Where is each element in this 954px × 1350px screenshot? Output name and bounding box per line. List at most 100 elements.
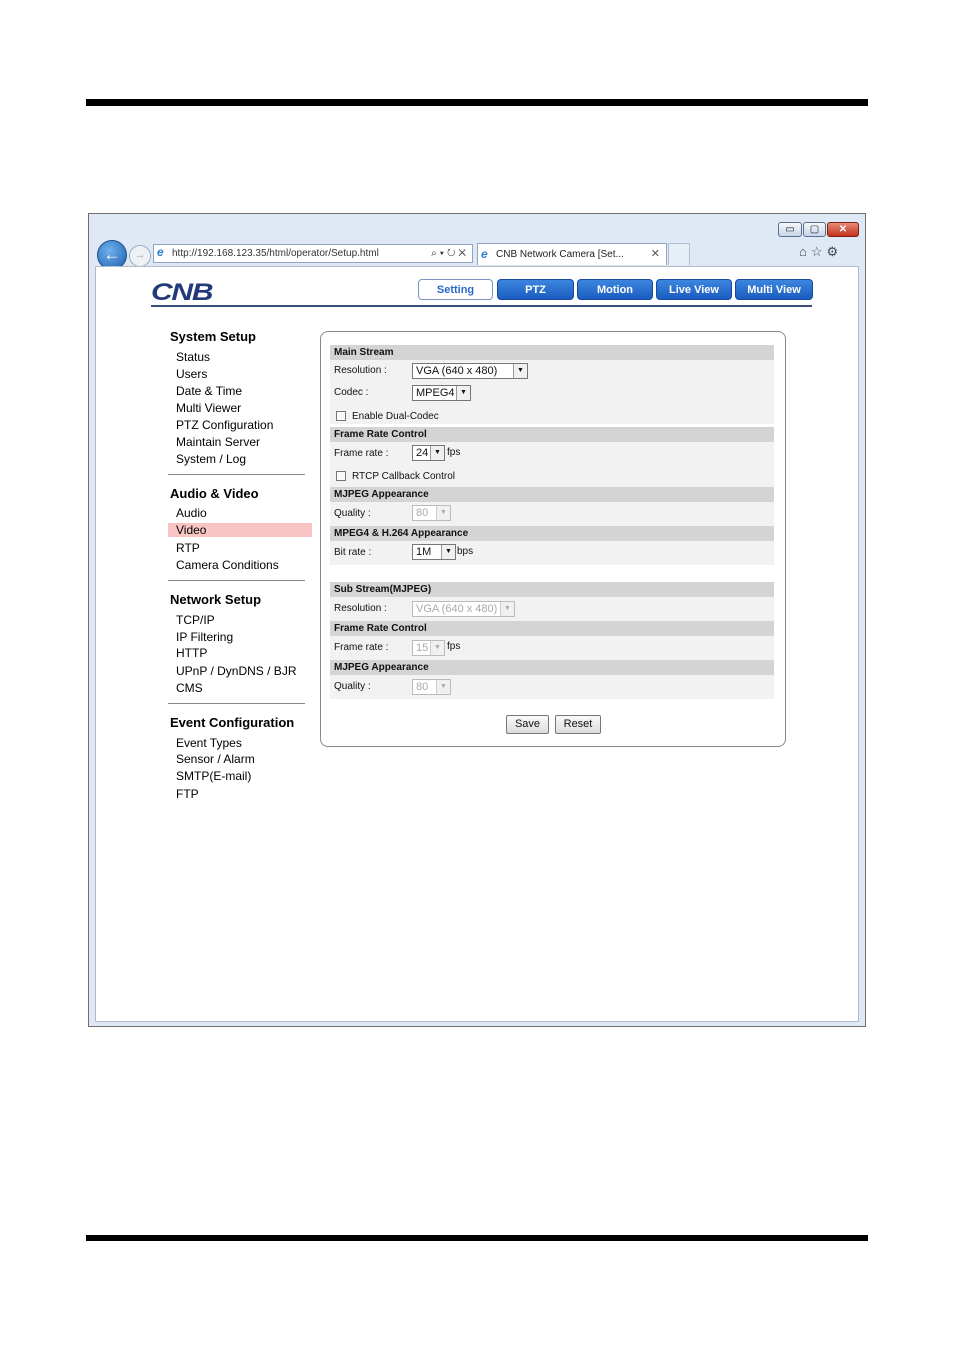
maximize-button[interactable]: ▢ <box>803 222 826 237</box>
new-tab-button[interactable] <box>668 243 690 265</box>
main-quality-value: 80 <box>416 507 429 519</box>
minimize-button[interactable]: ▭ <box>778 222 802 237</box>
sub-quality-label: Quality : <box>334 681 371 692</box>
mpeg-rows <box>330 541 774 565</box>
bitrate-select[interactable]: 1M ▼ <box>412 544 456 560</box>
sidebar-divider <box>168 474 305 475</box>
sidebar-item-http[interactable]: HTTP <box>176 646 207 660</box>
sub-frame-rate-unit: fps <box>447 641 461 652</box>
save-button[interactable]: Save <box>506 715 549 734</box>
tab-title: CNB Network Camera [Set... <box>496 249 624 260</box>
nav-motion-button[interactable]: Motion <box>577 279 653 300</box>
sub-resolution-select[interactable]: VGA (640 x 480) ▼ <box>412 601 515 617</box>
sidebar-item-camera-conditions[interactable]: Camera Conditions <box>176 558 279 572</box>
chevron-down-icon: ▼ <box>456 386 470 400</box>
page-top-rule <box>86 99 868 106</box>
rtcp-checkbox[interactable] <box>336 471 346 481</box>
sidebar-item-video[interactable]: Video <box>168 523 312 537</box>
sidebar-item-status[interactable]: Status <box>176 350 210 364</box>
sidebar-item-date-time[interactable]: Date & Time <box>176 384 242 398</box>
chevron-down-icon: ▼ <box>430 641 444 655</box>
nav-setting-button[interactable]: Setting <box>418 279 493 300</box>
sidebar-item-audio[interactable]: Audio <box>176 506 207 520</box>
nav-ptz-button[interactable]: PTZ <box>497 279 574 300</box>
sidebar-item-system-log[interactable]: System / Log <box>176 452 246 466</box>
sidebar-item-ptz-configuration[interactable]: PTZ Configuration <box>176 418 273 432</box>
chevron-down-icon: ▼ <box>430 446 444 460</box>
sidebar-item-cms[interactable]: CMS <box>176 681 203 695</box>
reset-button[interactable]: Reset <box>555 715 601 734</box>
bitrate-label: Bit rate : <box>334 547 372 558</box>
sub-resolution-label: Resolution : <box>334 603 387 614</box>
sub-mjpeg-appearance-header: MJPEG Appearance <box>330 660 774 675</box>
codec-label: Codec : <box>334 387 369 398</box>
sidebar-item-sensor-alarm[interactable]: Sensor / Alarm <box>176 752 255 766</box>
chevron-down-icon: ▼ <box>513 364 527 378</box>
main-frame-rate-label: Frame rate : <box>334 448 389 459</box>
main-resolution-label: Resolution : <box>334 365 387 376</box>
sub-stream-rows <box>330 597 774 621</box>
sub-stream-header: Sub Stream(MJPEG) <box>330 582 774 597</box>
bitrate-unit: bps <box>457 546 474 557</box>
sub-frame-rate-select[interactable]: 15 ▼ <box>412 640 445 656</box>
address-bar[interactable]: e http://192.168.123.35/html/operator/Se… <box>153 244 473 263</box>
mpeg4-h264-appearance-header: MPEG4 & H.264 Appearance <box>330 526 774 541</box>
mjpeg-rows <box>330 502 774 526</box>
browser-toolbar-icons[interactable]: ⌂☆⚙ <box>799 244 842 260</box>
sidebar-item-rtp[interactable]: RTP <box>176 541 200 555</box>
browser-tab[interactable]: e CNB Network Camera [Set... ✕ <box>477 243 667 265</box>
sidebar-item-smtp-email[interactable]: SMTP(E-mail) <box>176 769 251 783</box>
chevron-down-icon: ▼ <box>500 602 514 616</box>
section-event-configuration: Event Configuration <box>170 715 295 730</box>
codec-select[interactable]: MPEG4 ▼ <box>412 385 471 401</box>
ie-logo-icon: e <box>157 245 164 259</box>
sub-resolution-value: VGA (640 x 480) <box>416 603 498 615</box>
gear-icon[interactable]: ⚙ <box>827 244 843 259</box>
sidebar-item-ftp[interactable]: FTP <box>176 787 199 801</box>
sub-frame-rate-label: Frame rate : <box>334 642 389 653</box>
main-frame-rate-select[interactable]: 24 ▼ <box>412 445 445 461</box>
main-frame-rate-unit: fps <box>447 447 461 458</box>
main-quality-select[interactable]: 80 ▼ <box>412 505 451 521</box>
chevron-down-icon: ▼ <box>436 680 450 694</box>
sidebar-item-upnp-dyndns-bjr[interactable]: UPnP / DynDNS / BJR <box>176 664 296 678</box>
dual-codec-checkbox[interactable] <box>336 411 346 421</box>
address-text: http://192.168.123.35/html/operator/Setu… <box>172 248 379 259</box>
browser-window: ▭ ▢ ✕ ← → e http://192.168.123.35/html/o… <box>88 213 866 1027</box>
dual-codec-label: Enable Dual-Codec <box>352 411 439 422</box>
page-content: CNB Setting PTZ Motion Live View Multi V… <box>95 266 859 1022</box>
sub-quality-value: 80 <box>416 681 429 693</box>
sub-frame-rate-control-header: Frame Rate Control <box>330 621 774 636</box>
nav-multi-view-button[interactable]: Multi View <box>735 279 813 300</box>
home-icon[interactable]: ⌂ <box>799 244 811 259</box>
main-resolution-select[interactable]: VGA (640 x 480) ▼ <box>412 363 528 379</box>
main-resolution-value: VGA (640 x 480) <box>416 365 498 377</box>
sidebar-divider <box>168 580 305 581</box>
sub-frame-rate-rows <box>330 636 774 660</box>
sub-mjpeg-rows <box>330 675 774 699</box>
sub-frame-rate-value: 15 <box>416 642 429 654</box>
nav-live-view-button[interactable]: Live View <box>656 279 732 300</box>
close-window-button[interactable]: ✕ <box>827 222 859 237</box>
sidebar-item-tcpip[interactable]: TCP/IP <box>176 613 215 627</box>
sidebar-divider <box>168 703 305 704</box>
frame-rate-control-header: Frame Rate Control <box>330 427 774 442</box>
sidebar-item-ip-filtering[interactable]: IP Filtering <box>176 630 233 644</box>
sidebar-item-users[interactable]: Users <box>176 367 207 381</box>
section-audio-video: Audio & Video <box>170 486 259 501</box>
address-tools-icons[interactable]: ⌕▾↻✕ <box>431 245 469 262</box>
chevron-down-icon: ▼ <box>436 506 450 520</box>
main-quality-label: Quality : <box>334 508 371 519</box>
chevron-down-icon: ▼ <box>441 545 455 559</box>
forward-arrow-icon[interactable]: → <box>129 245 151 267</box>
tab-close-icon[interactable]: ✕ <box>651 244 660 265</box>
sidebar-item-maintain-server[interactable]: Maintain Server <box>176 435 260 449</box>
sub-quality-select[interactable]: 80 ▼ <box>412 679 451 695</box>
rtcp-label: RTCP Callback Control <box>352 471 456 482</box>
bitrate-value: 1M <box>416 546 432 558</box>
favorites-star-icon[interactable]: ☆ <box>811 244 827 259</box>
cnb-logo: CNB <box>151 279 214 306</box>
sidebar-item-multi-viewer[interactable]: Multi Viewer <box>176 401 241 415</box>
sidebar-item-event-types[interactable]: Event Types <box>176 736 242 750</box>
section-system-setup: System Setup <box>170 329 256 344</box>
